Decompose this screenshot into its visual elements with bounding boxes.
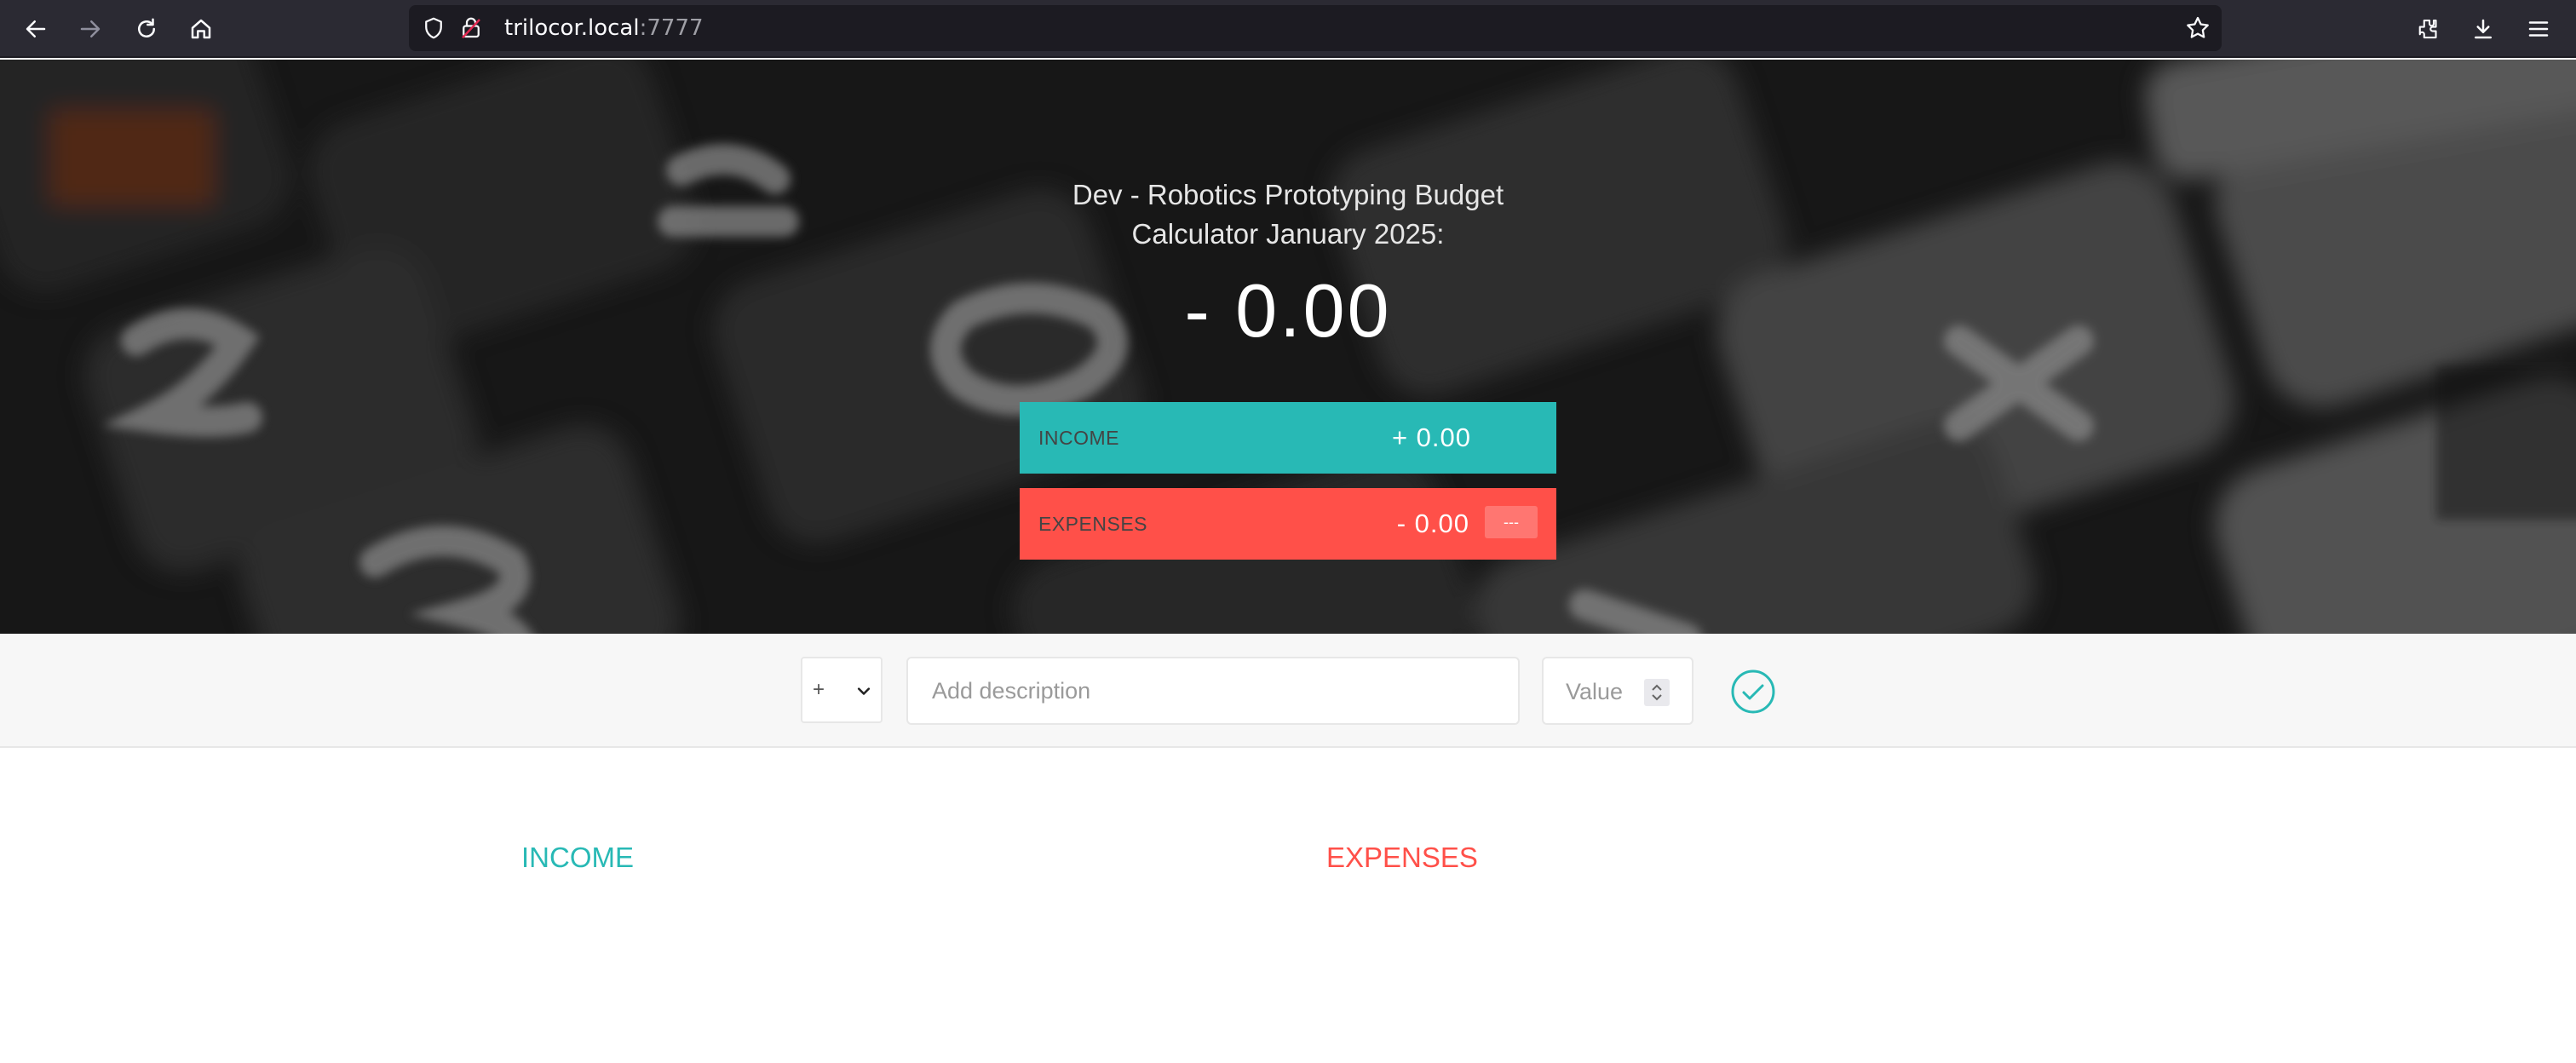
expenses-summary-label: EXPENSES [1038,512,1147,535]
download-icon[interactable] [2463,9,2504,49]
expenses-percentage-badge: --- [1485,506,1538,538]
add-type-select[interactable]: + [801,657,883,723]
home-icon[interactable] [181,9,221,49]
menu-icon[interactable] [2518,9,2559,49]
expenses-list-title: EXPENSES [1326,842,1478,873]
add-value-input[interactable]: Value [1542,657,1693,725]
checkmark-circle-icon [1731,669,1775,714]
income-list-title: INCOME [521,842,634,873]
add-item-button[interactable] [1729,668,1777,715]
url-text[interactable]: trilocor.local:7777 [504,5,704,51]
back-icon[interactable] [15,9,56,49]
bookmark-star-icon[interactable] [2184,14,2211,45]
url-host: trilocor.local [504,15,640,41]
lock-icon[interactable] [458,15,484,44]
browser-toolbar: trilocor.local:7777 [0,0,2576,58]
add-value-placeholder: Value [1566,679,1624,704]
budget-title: Dev - Robotics Prototyping Budget Calcul… [1072,179,1504,250]
add-description-input[interactable] [906,657,1520,725]
add-item-form: + Value [0,634,2576,748]
address-bar[interactable]: trilocor.local:7777 [409,5,2222,51]
income-summary: INCOME + 0.00 [1020,402,1556,474]
extensions-icon[interactable] [2409,9,2450,49]
forward-icon[interactable] [70,9,111,49]
budget-hero: Dev - Robotics Prototyping Budget Calcul… [0,60,2576,634]
value-stepper[interactable] [1644,679,1670,706]
shield-icon[interactable] [421,15,446,44]
income-summary-value: + 0.00 [1391,422,1471,452]
url-port: :7777 [639,15,704,41]
chevron-down-icon [855,682,872,706]
income-summary-label: INCOME [1038,426,1119,449]
budget-total: - 0.00 [1184,268,1392,353]
add-type-selected: + [813,678,825,701]
expenses-summary-value: - 0.00 [1396,509,1469,538]
expenses-summary: EXPENSES - 0.00 --- [1020,488,1556,560]
reload-icon[interactable] [126,9,167,49]
